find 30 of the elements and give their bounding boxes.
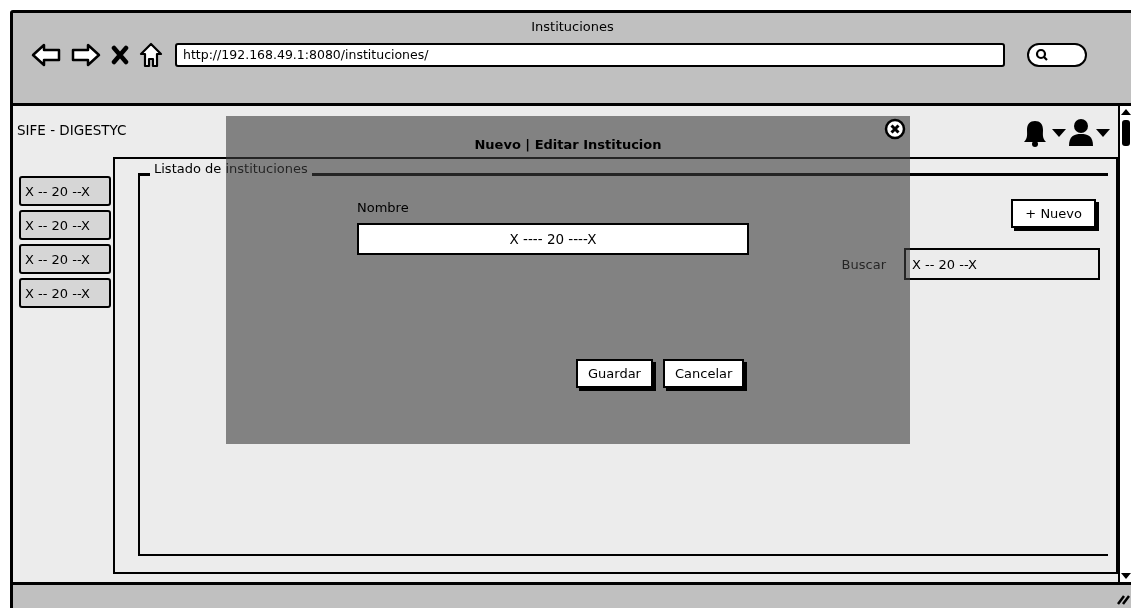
scroll-down-icon[interactable] [1121, 572, 1131, 580]
modal-title: Nuevo | Editar Institucion [474, 137, 662, 152]
back-icon[interactable] [31, 43, 61, 67]
sidebar-item[interactable]: X -- 20 --X [19, 244, 111, 274]
scrollbar[interactable] [1118, 106, 1131, 582]
home-icon[interactable] [139, 42, 163, 68]
sidebar-item[interactable]: X -- 20 --X [19, 278, 111, 308]
scroll-thumb[interactable] [1122, 120, 1130, 146]
sidebar-item[interactable]: X -- 20 --X [19, 176, 111, 206]
search-field[interactable]: X -- 20 --X [904, 248, 1100, 280]
save-button[interactable]: Guardar [576, 359, 653, 388]
stop-icon[interactable] [111, 45, 129, 65]
search-icon [1035, 48, 1049, 62]
caret-icon[interactable] [1096, 128, 1110, 138]
new-button[interactable]: + Nuevo [1011, 199, 1096, 228]
fieldset-legend: Listado de instituciones [150, 161, 312, 176]
sidebar-item[interactable]: X -- 20 --X [19, 210, 111, 240]
field-label: Nombre [357, 200, 409, 215]
forward-icon[interactable] [71, 43, 101, 67]
window-title: Instituciones [531, 19, 614, 34]
search-label: Buscar [841, 256, 886, 272]
close-icon[interactable] [884, 118, 906, 140]
cancel-button[interactable]: Cancelar [662, 359, 745, 388]
caret-icon[interactable] [1052, 128, 1066, 138]
app-title: SIFE - DIGESTYC [17, 122, 127, 138]
scroll-up-icon[interactable] [1121, 108, 1131, 116]
search-field[interactable] [1027, 43, 1087, 67]
user-icon[interactable] [1068, 118, 1094, 148]
address-bar[interactable]: http://192.168.49.1:8080/instituciones/ [175, 43, 1005, 67]
name-field[interactable]: X ---- 20 ----X [357, 223, 749, 255]
